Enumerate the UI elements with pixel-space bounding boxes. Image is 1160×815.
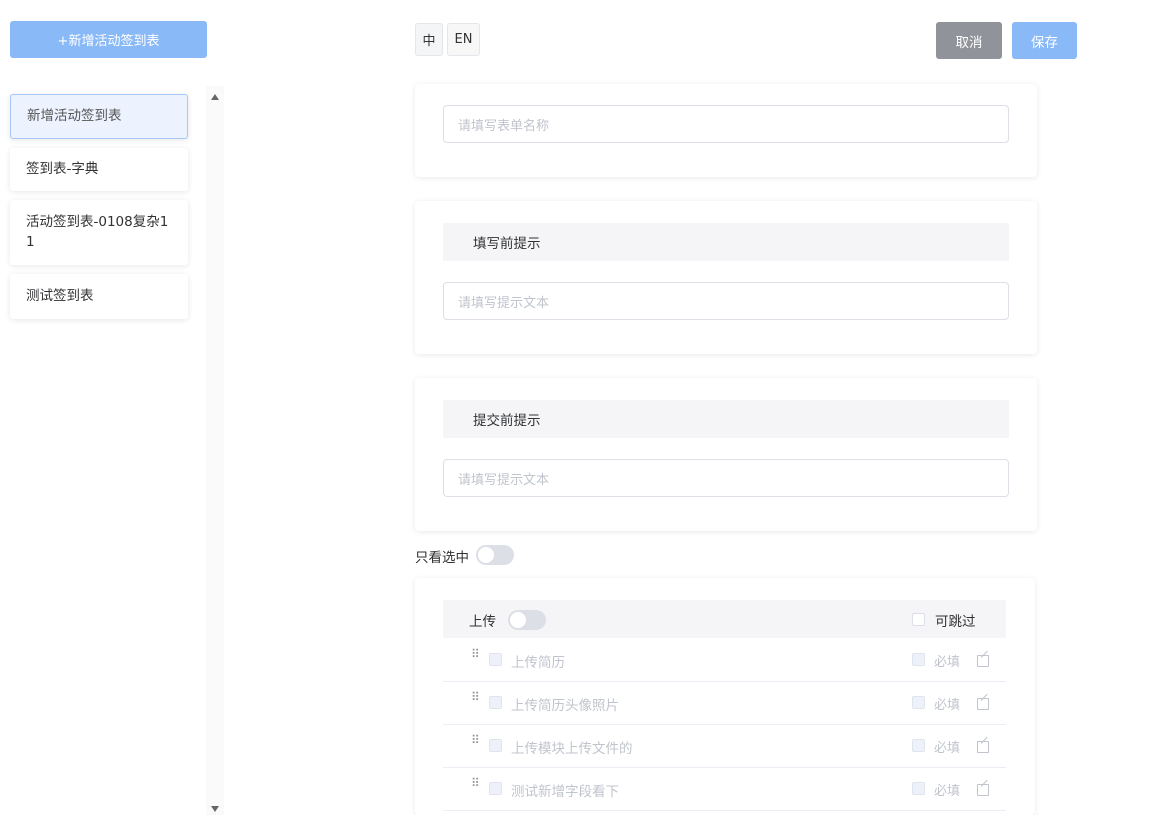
edit-icon[interactable] xyxy=(977,741,989,753)
field-name: 上传简历头像照片 xyxy=(511,698,619,714)
before-fill-input[interactable]: 请填写提示文本 xyxy=(443,282,1009,320)
field-name: 测试新增字段看下 xyxy=(511,784,619,800)
field-checkbox[interactable] xyxy=(489,696,502,709)
before-submit-placeholder: 请填写提示文本 xyxy=(458,472,550,488)
edit-icon[interactable] xyxy=(977,698,989,710)
upload-field-row: ⠿ 上传模块上传文件的 必填 xyxy=(443,725,1006,768)
upload-title: 上传 xyxy=(469,614,496,630)
before-submit-card: 提交前提示 请填写提示文本 xyxy=(415,378,1037,531)
save-button[interactable]: 保存 xyxy=(1012,22,1077,59)
list-item[interactable]: 新增活动签到表 xyxy=(10,94,188,139)
required-checkbox[interactable] xyxy=(912,653,925,666)
only-selected-switch[interactable] xyxy=(476,545,514,565)
before-submit-title: 提交前提示 xyxy=(443,400,1009,438)
field-checkbox[interactable] xyxy=(489,782,502,795)
form-name-input[interactable]: 请填写表单名称 xyxy=(443,105,1009,143)
lang-en-button[interactable]: EN xyxy=(447,23,480,56)
drag-handle-icon[interactable]: ⠿ xyxy=(471,648,480,660)
before-submit-title-text: 提交前提示 xyxy=(473,413,541,429)
required-checkbox[interactable] xyxy=(912,696,925,709)
sign-form-list: 新增活动签到表 签到表-字典 活动签到表-0108复杂11 测试签到表 xyxy=(10,94,188,328)
scroll-down-icon[interactable] xyxy=(211,806,219,812)
list-item[interactable]: 活动签到表-0108复杂11 xyxy=(10,200,188,265)
skippable-checkbox[interactable] xyxy=(912,613,925,626)
list-item-label: 新增活动签到表 xyxy=(27,108,122,124)
form-name-card: 请填写表单名称 xyxy=(415,84,1037,177)
required-label: 必填 xyxy=(934,741,961,756)
list-item[interactable]: 测试签到表 xyxy=(10,274,188,319)
drag-handle-icon[interactable]: ⠿ xyxy=(471,691,480,703)
required-label: 必填 xyxy=(934,655,961,670)
required-checkbox[interactable] xyxy=(912,739,925,752)
switch-knob xyxy=(478,547,494,563)
upload-switch[interactable] xyxy=(508,610,546,630)
edit-icon[interactable] xyxy=(977,784,989,796)
required-label: 必填 xyxy=(934,698,961,713)
before-submit-input[interactable]: 请填写提示文本 xyxy=(443,459,1009,497)
list-item-label: 签到表-字典 xyxy=(26,161,99,177)
required-label: 必填 xyxy=(934,784,961,799)
edit-icon[interactable] xyxy=(977,655,989,667)
list-item[interactable]: 签到表-字典 xyxy=(10,148,188,191)
skippable-label: 可跳过 xyxy=(935,614,976,630)
before-fill-placeholder: 请填写提示文本 xyxy=(458,295,550,311)
drag-handle-icon[interactable]: ⠿ xyxy=(471,734,480,746)
add-sign-form-button[interactable]: +新增活动签到表 xyxy=(10,21,207,58)
required-checkbox[interactable] xyxy=(912,782,925,795)
cancel-button[interactable]: 取消 xyxy=(936,22,1002,59)
upload-header: 上传 可跳过 xyxy=(443,600,1006,638)
only-selected-label: 只看选中 xyxy=(415,550,469,566)
switch-knob xyxy=(510,612,526,628)
upload-field-row: ⠿ 上传简历 必填 xyxy=(443,639,1006,682)
field-name: 上传模块上传文件的 xyxy=(511,741,633,757)
upload-field-row: ⠿ 测试新增字段看下 必填 xyxy=(443,768,1006,811)
list-item-label: 测试签到表 xyxy=(26,288,94,304)
before-fill-card: 填写前提示 请填写提示文本 xyxy=(415,201,1037,354)
drag-handle-icon[interactable]: ⠿ xyxy=(471,777,480,789)
field-name: 上传简历 xyxy=(511,655,565,671)
before-fill-title-text: 填写前提示 xyxy=(473,236,541,252)
upload-field-row: ⠿ 上传简历头像照片 必填 xyxy=(443,682,1006,725)
upload-card: 上传 可跳过 ⠿ 上传简历 必填 ⠿ 上传简历头像照片 必填 ⠿ 上传模块上传文… xyxy=(415,578,1035,815)
field-checkbox[interactable] xyxy=(489,739,502,752)
list-item-label: 活动签到表-0108复杂11 xyxy=(26,214,169,250)
field-checkbox[interactable] xyxy=(489,653,502,666)
sidebar-scrollbar[interactable] xyxy=(206,86,224,815)
scroll-up-icon[interactable] xyxy=(211,94,219,100)
lang-zh-button[interactable]: 中 xyxy=(415,23,443,56)
before-fill-title: 填写前提示 xyxy=(443,223,1009,261)
form-name-placeholder: 请填写表单名称 xyxy=(458,118,550,134)
